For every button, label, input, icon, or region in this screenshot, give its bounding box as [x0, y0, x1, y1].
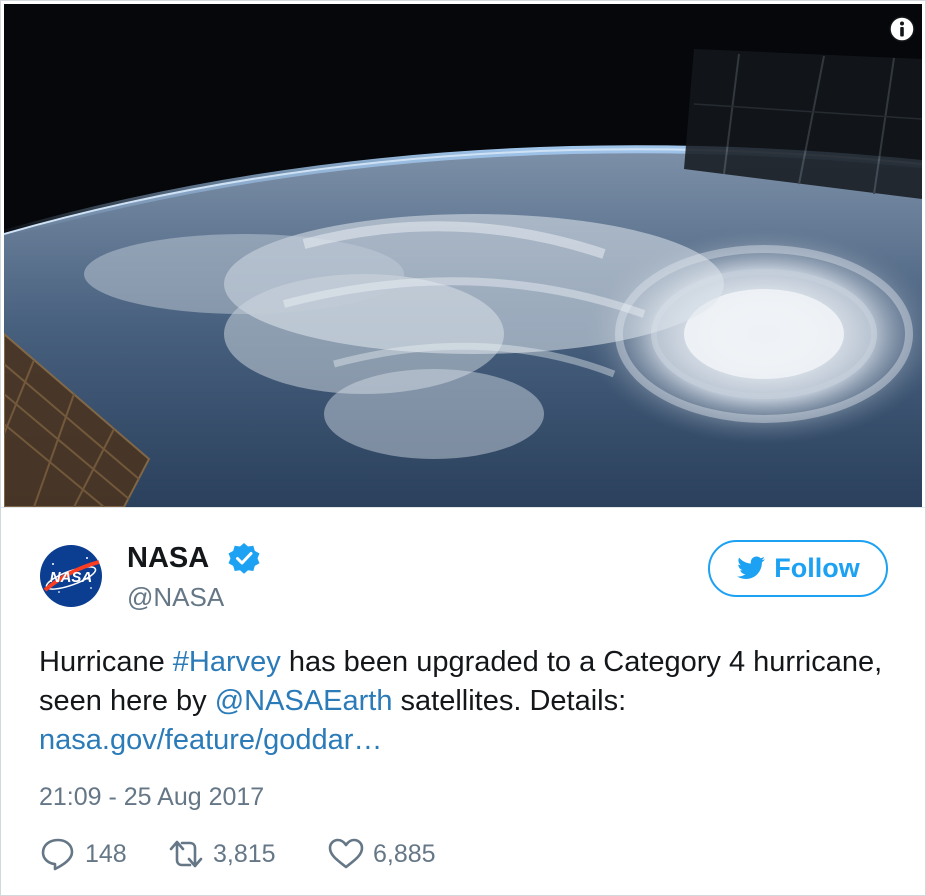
author-handle[interactable]: @NASA [127, 581, 224, 613]
tweet-photo[interactable] [4, 4, 922, 507]
embedded-tweet-card: NASA NASA @NASA Follow Hurricane #Harvey… [0, 0, 926, 896]
tweet-timestamp[interactable]: 21:09 - 25 Aug 2017 [39, 781, 264, 813]
avatar-logo-text: NASA [50, 569, 93, 586]
avatar[interactable]: NASA [39, 544, 103, 608]
reply-icon [41, 838, 74, 871]
reply-count: 148 [85, 839, 127, 868]
verified-badge-icon [227, 541, 261, 575]
media-divider [1, 507, 925, 508]
info-icon[interactable] [888, 15, 916, 43]
follow-label: Follow [774, 553, 860, 583]
mention-link[interactable]: @NASAEarth [215, 685, 393, 717]
like-count: 6,885 [373, 839, 436, 868]
hashtag-link[interactable]: #Harvey [173, 646, 281, 678]
heart-icon [328, 838, 364, 869]
hurricane-photo-image [4, 4, 922, 507]
url-link[interactable]: nasa.gov/feature/goddar… [39, 724, 382, 756]
retweet-count: 3,815 [213, 839, 276, 868]
tweet-text-part: satellites. Details: [392, 685, 627, 717]
retweet-action[interactable]: 3,815 [167, 835, 276, 873]
twitter-bird-icon [737, 556, 766, 579]
like-action[interactable]: 6,885 [327, 835, 436, 873]
retweet-icon [169, 840, 203, 868]
tweet-text: Hurricane #Harvey has been upgraded to a… [39, 643, 899, 760]
author-display-name[interactable]: NASA [127, 540, 209, 576]
reply-action[interactable]: 148 [39, 835, 127, 873]
follow-button[interactable]: Follow [708, 540, 888, 597]
tweet-text-part: Hurricane [39, 646, 173, 678]
